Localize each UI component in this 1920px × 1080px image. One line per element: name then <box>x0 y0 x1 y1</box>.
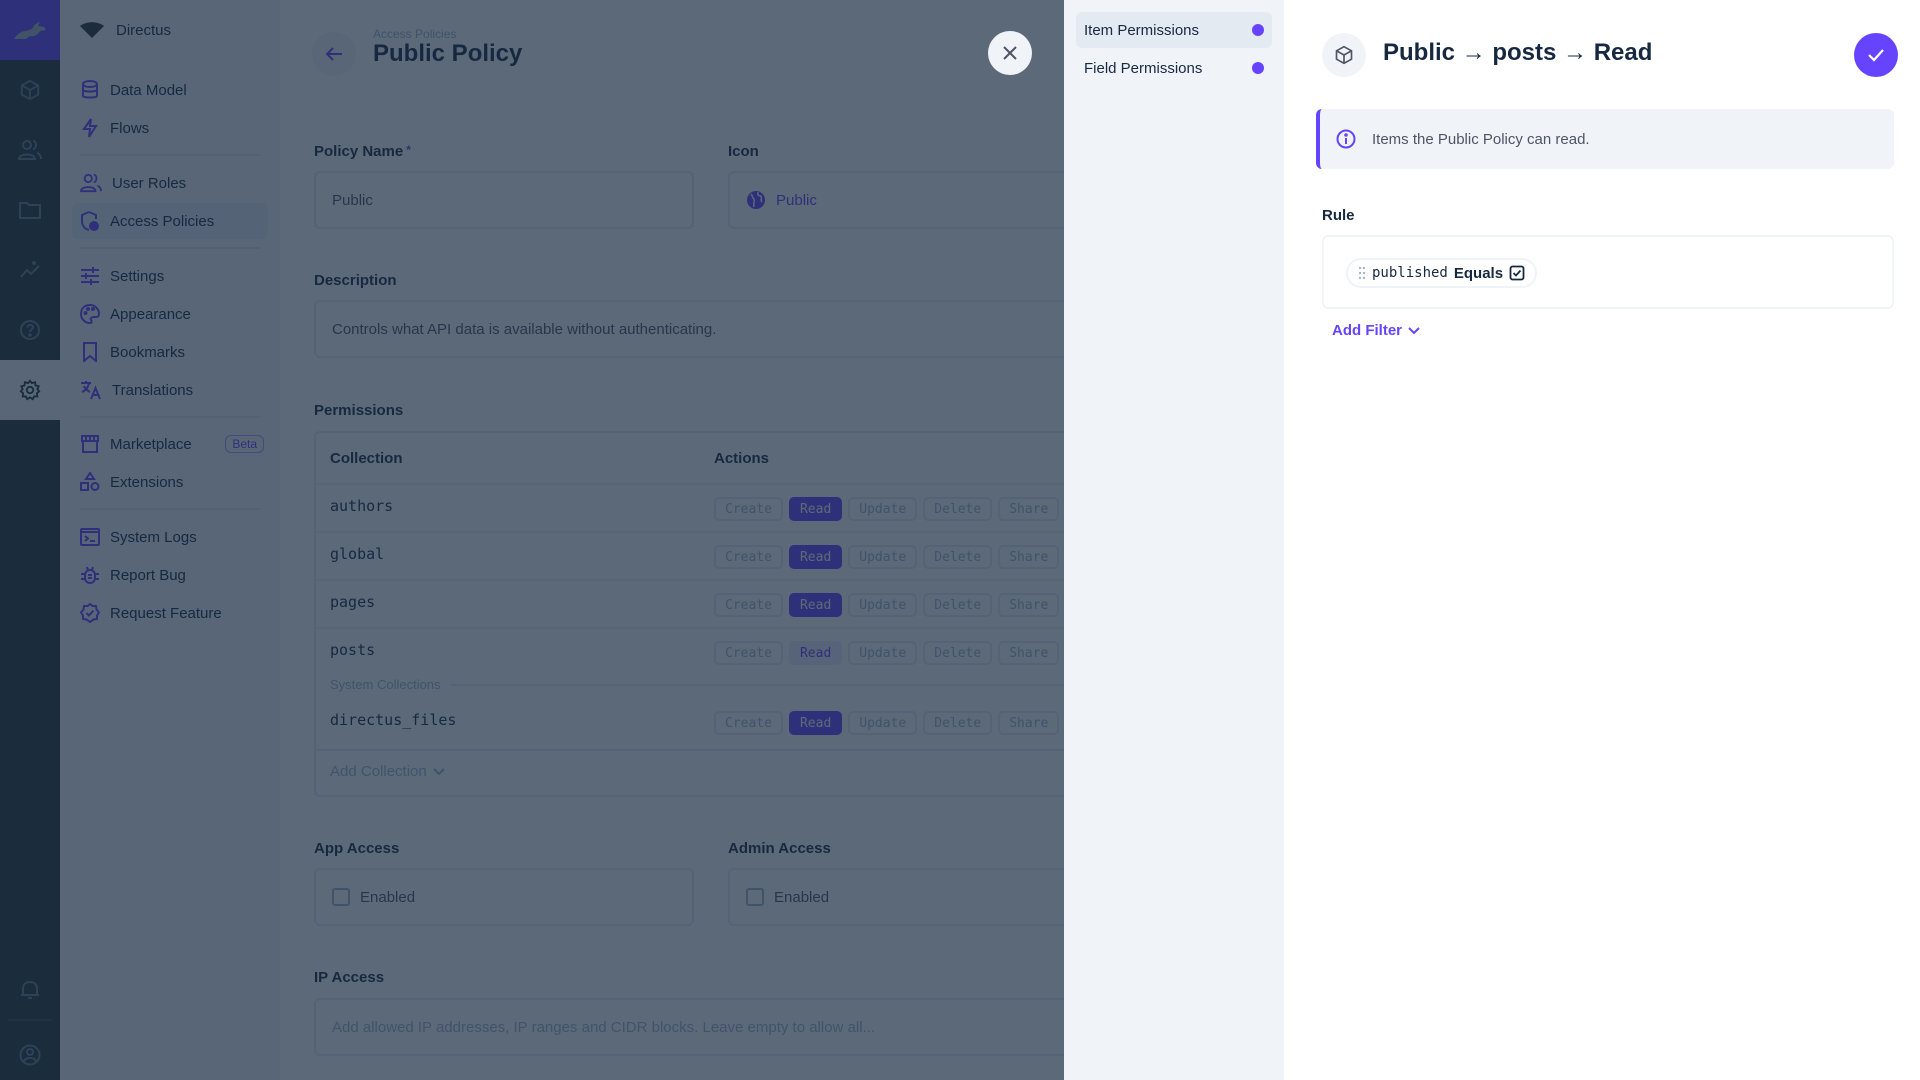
filter-operator[interactable]: Equals <box>1454 265 1503 282</box>
drawer-tab-item-permissions[interactable]: Item Permissions <box>1076 12 1272 48</box>
rule-label: Rule <box>1322 207 1355 224</box>
add-filter-button[interactable]: Add Filter <box>1332 322 1420 339</box>
check-icon <box>1868 49 1884 62</box>
info-icon <box>1336 129 1356 149</box>
modal-overlay[interactable] <box>0 0 1064 1080</box>
drawer-tab-field-permissions[interactable]: Field Permissions <box>1076 50 1272 86</box>
collection-icon-badge <box>1322 33 1366 77</box>
cube-icon <box>1335 45 1353 65</box>
info-notice: Items the Public Policy can read. <box>1316 109 1894 169</box>
filter-field[interactable]: published <box>1372 265 1448 281</box>
indicator-dot <box>1252 62 1264 74</box>
notice-text: Items the Public Policy can read. <box>1372 130 1590 148</box>
drawer-sidebar: Item Permissions Field Permissions <box>1064 0 1284 1080</box>
filter-rule[interactable]: published Equals <box>1346 258 1538 288</box>
checkbox-checked-icon[interactable] <box>1509 265 1525 281</box>
close-drawer-button[interactable] <box>988 31 1032 75</box>
chevron-down-icon <box>1408 326 1420 334</box>
rule-filter-builder: published Equals <box>1322 235 1894 309</box>
close-icon <box>1003 46 1017 60</box>
drag-handle-icon[interactable] <box>1358 266 1366 280</box>
save-button[interactable] <box>1854 33 1898 77</box>
drawer-panel: Public → posts → Read Items the Public P… <box>1284 0 1920 1080</box>
indicator-dot <box>1252 24 1264 36</box>
drawer-title: Public → posts → Read <box>1383 39 1653 66</box>
